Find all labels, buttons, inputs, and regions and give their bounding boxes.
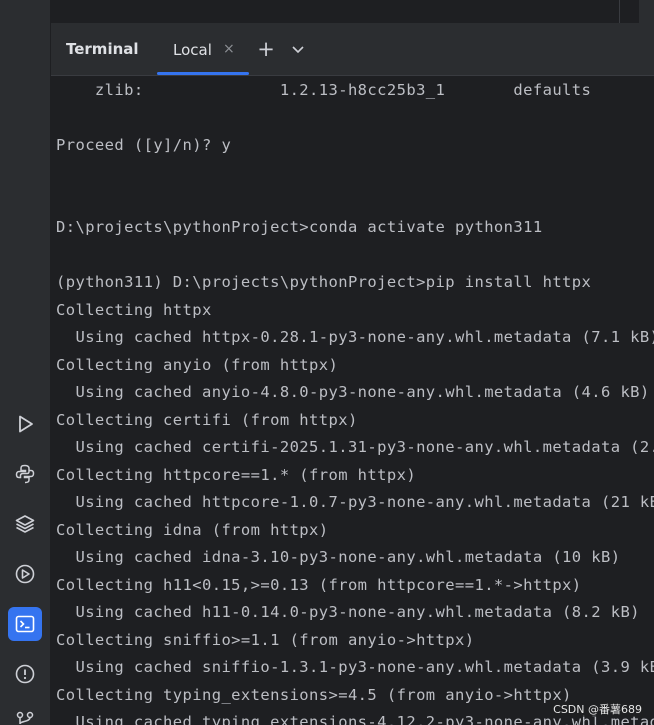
close-icon[interactable]: × bbox=[223, 41, 235, 57]
terminal-line: Using cached httpx-0.28.1-py3-none-any.w… bbox=[56, 328, 654, 346]
terminal-line: Collecting anyio (from httpx) bbox=[56, 356, 339, 374]
scroll-corner bbox=[639, 0, 654, 23]
terminal-line: Collecting certifi (from httpx) bbox=[56, 411, 358, 429]
terminal-line: zlib: 1.2.13-h8cc25b3_1 defaults bbox=[56, 81, 592, 99]
tab-label: Local bbox=[173, 41, 212, 59]
python-console-icon[interactable] bbox=[8, 457, 42, 491]
terminal-output[interactable]: zlib: 1.2.13-h8cc25b3_1 defaults Proceed… bbox=[51, 76, 654, 725]
ide-window: Terminal Local × + zlib: 1.2.13-h8cc25b3… bbox=[0, 0, 654, 725]
chevron-down-icon[interactable] bbox=[289, 40, 307, 58]
terminal-line: Collecting typing_extensions>=4.5 (from … bbox=[56, 686, 572, 704]
watermark: CSDN @番薯689 bbox=[551, 701, 644, 717]
terminal-line: D:\projects\pythonProject>conda activate… bbox=[56, 218, 543, 236]
services-icon[interactable] bbox=[8, 557, 42, 591]
terminal-header: Terminal Local × + bbox=[51, 24, 654, 76]
add-tab-icon[interactable]: + bbox=[255, 36, 277, 62]
git-icon[interactable] bbox=[8, 704, 42, 725]
active-tab-indicator bbox=[157, 72, 249, 75]
terminal-line: Collecting httpx bbox=[56, 301, 212, 319]
terminal-line: Using cached sniffio-1.3.1-py3-none-any.… bbox=[56, 658, 654, 676]
tab-local[interactable]: Local × bbox=[157, 24, 249, 75]
terminal-line: (python311) D:\projects\pythonProject>pi… bbox=[56, 273, 592, 291]
problems-icon[interactable] bbox=[8, 657, 42, 691]
divider bbox=[619, 0, 620, 23]
terminal-line: Collecting httpcore==1.* (from httpx) bbox=[56, 466, 417, 484]
terminal-line: Using cached certifi-2025.1.31-py3-none-… bbox=[56, 438, 654, 456]
terminal-line: Using cached h11-0.14.0-py3-none-any.whl… bbox=[56, 603, 640, 621]
terminal-icon[interactable] bbox=[8, 607, 42, 641]
tool-window-title: Terminal bbox=[66, 40, 139, 58]
terminal-line: Using cached anyio-4.8.0-py3-none-any.wh… bbox=[56, 383, 650, 401]
run-icon[interactable] bbox=[8, 407, 42, 441]
editor-tab-strip bbox=[51, 0, 654, 24]
terminal-line: Using cached httpcore-1.0.7-py3-none-any… bbox=[56, 493, 654, 511]
terminal-line: Using cached idna-3.10-py3-none-any.whl.… bbox=[56, 548, 621, 566]
terminal-line: Collecting h11<0.15,>=0.13 (from httpcor… bbox=[56, 576, 582, 594]
terminal-line: Collecting sniffio>=1.1 (from anyio->htt… bbox=[56, 631, 475, 649]
terminal-line: Proceed ([y]/n)? y bbox=[56, 136, 232, 154]
layers-icon[interactable] bbox=[8, 507, 42, 541]
tool-window-strip bbox=[0, 0, 51, 725]
terminal-line: Collecting idna (from httpx) bbox=[56, 521, 329, 539]
